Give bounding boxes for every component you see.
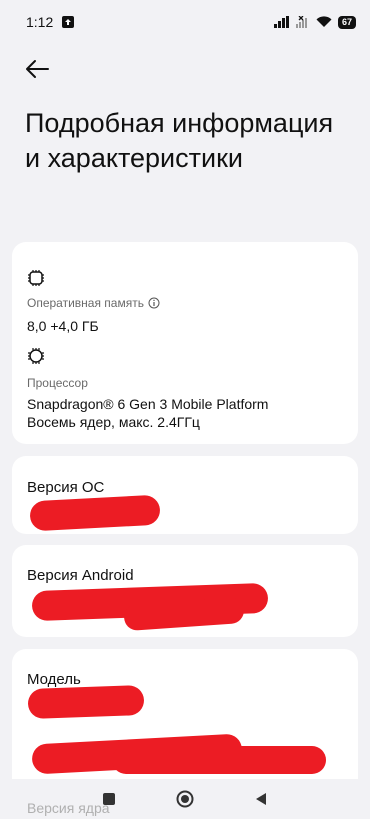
- signal-nosim-icon: [295, 16, 307, 28]
- cpu-label: Процессор: [27, 376, 88, 390]
- cpu-value-line2: Восемь ядер, макс. 2.4ГГц: [27, 414, 200, 430]
- square-icon: [103, 792, 115, 805]
- notification-icon: [62, 16, 75, 28]
- ram-label-row: Оперативная память: [27, 296, 160, 310]
- chip-icon: [28, 270, 44, 286]
- recents-button[interactable]: [101, 791, 117, 807]
- wifi-icon: [316, 16, 332, 27]
- page-title: Подробная информация и характеристики: [25, 108, 334, 173]
- ram-label: Оперативная память: [27, 296, 144, 310]
- arrow-left-icon: [26, 60, 49, 78]
- redaction-mark: [27, 684, 145, 720]
- cpu-value-line1: Snapdragon® 6 Gen 3 Mobile Platform: [27, 396, 269, 412]
- redaction-mark: [112, 746, 326, 774]
- battery-icon: 67: [337, 15, 356, 29]
- status-time: 1:12: [26, 14, 54, 30]
- android-version-card[interactable]: Версия Android: [12, 545, 358, 637]
- status-right: 67: [273, 15, 356, 29]
- ram-value: 8,0 +4,0 ГБ: [27, 318, 99, 334]
- status-left: 1:12: [26, 14, 75, 30]
- processor-icon: [28, 348, 44, 364]
- circle-icon: [176, 790, 194, 807]
- back-button[interactable]: [22, 56, 52, 82]
- os-version-card[interactable]: Версия ОС: [12, 456, 358, 534]
- info-icon[interactable]: [148, 297, 160, 309]
- status-bar: 1:12 67: [0, 0, 370, 44]
- back-nav-button[interactable]: [253, 791, 269, 807]
- specs-card: Оперативная память 8,0 +4,0 ГБ Процессор…: [12, 242, 358, 444]
- signal-icon: [273, 16, 289, 28]
- model-card[interactable]: Модель: [12, 649, 358, 779]
- os-version-title: Версия ОС: [27, 479, 105, 496]
- home-button[interactable]: [175, 789, 195, 809]
- navigation-bar: [0, 778, 370, 819]
- model-title: Модель: [27, 671, 81, 688]
- android-version-title: Версия Android: [27, 567, 134, 584]
- triangle-back-icon: [256, 792, 266, 805]
- redaction-mark: [29, 494, 161, 532]
